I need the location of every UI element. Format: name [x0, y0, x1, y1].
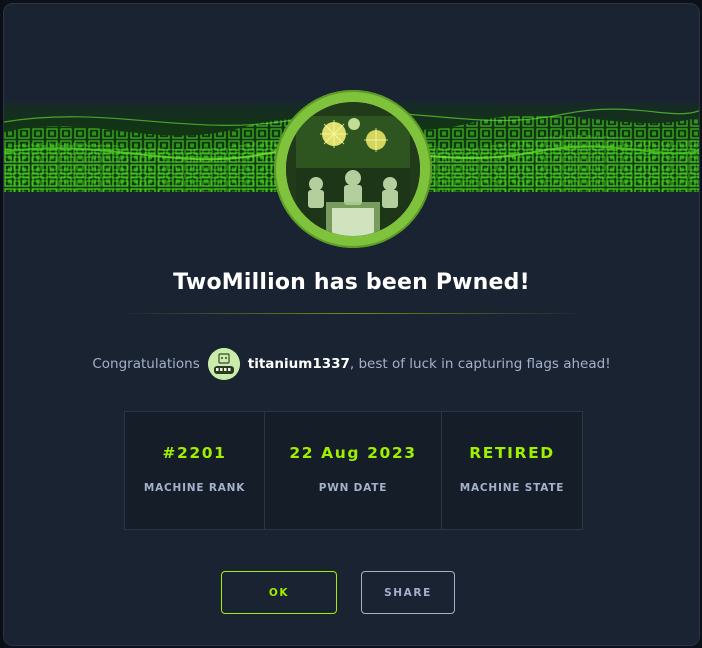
ok-button[interactable]: OK: [221, 571, 337, 614]
machine-state-value: RETIRED: [469, 444, 555, 462]
stat-pwn-date: 22 Aug 2023 PWN DATE: [265, 412, 442, 529]
stat-machine-rank: #2201 MACHINE RANK: [125, 412, 265, 529]
machine-avatar: [274, 90, 432, 248]
stats-panel: #2201 MACHINE RANK 22 Aug 2023 PWN DATE …: [124, 411, 583, 530]
stat-machine-state: RETIRED MACHINE STATE: [442, 412, 582, 529]
machine-avatar-icon: [286, 102, 420, 236]
machine-rank-label: MACHINE RANK: [143, 482, 246, 494]
congrats-suffix: , best of luck in capturing flags ahead!: [349, 356, 611, 372]
machine-rank-value: #2201: [162, 444, 227, 462]
congrats-message: Congratulations titanium1337, best of lu…: [4, 348, 699, 380]
username-link[interactable]: titanium1337: [248, 356, 350, 372]
congrats-prefix: Congratulations: [92, 356, 200, 372]
pwned-title: TwoMillion has been Pwned!: [173, 270, 530, 295]
pwn-date-value: 22 Aug 2023: [289, 444, 417, 462]
machine-state-label: MACHINE STATE: [459, 482, 565, 494]
share-button[interactable]: SHARE: [361, 571, 455, 614]
user-avatar-icon: [207, 348, 240, 380]
pwn-date-label: PWN DATE: [318, 482, 388, 494]
pwned-modal: TwoMillion has been Pwned! Congratulatio…: [3, 3, 700, 646]
title-divider: [120, 313, 585, 314]
